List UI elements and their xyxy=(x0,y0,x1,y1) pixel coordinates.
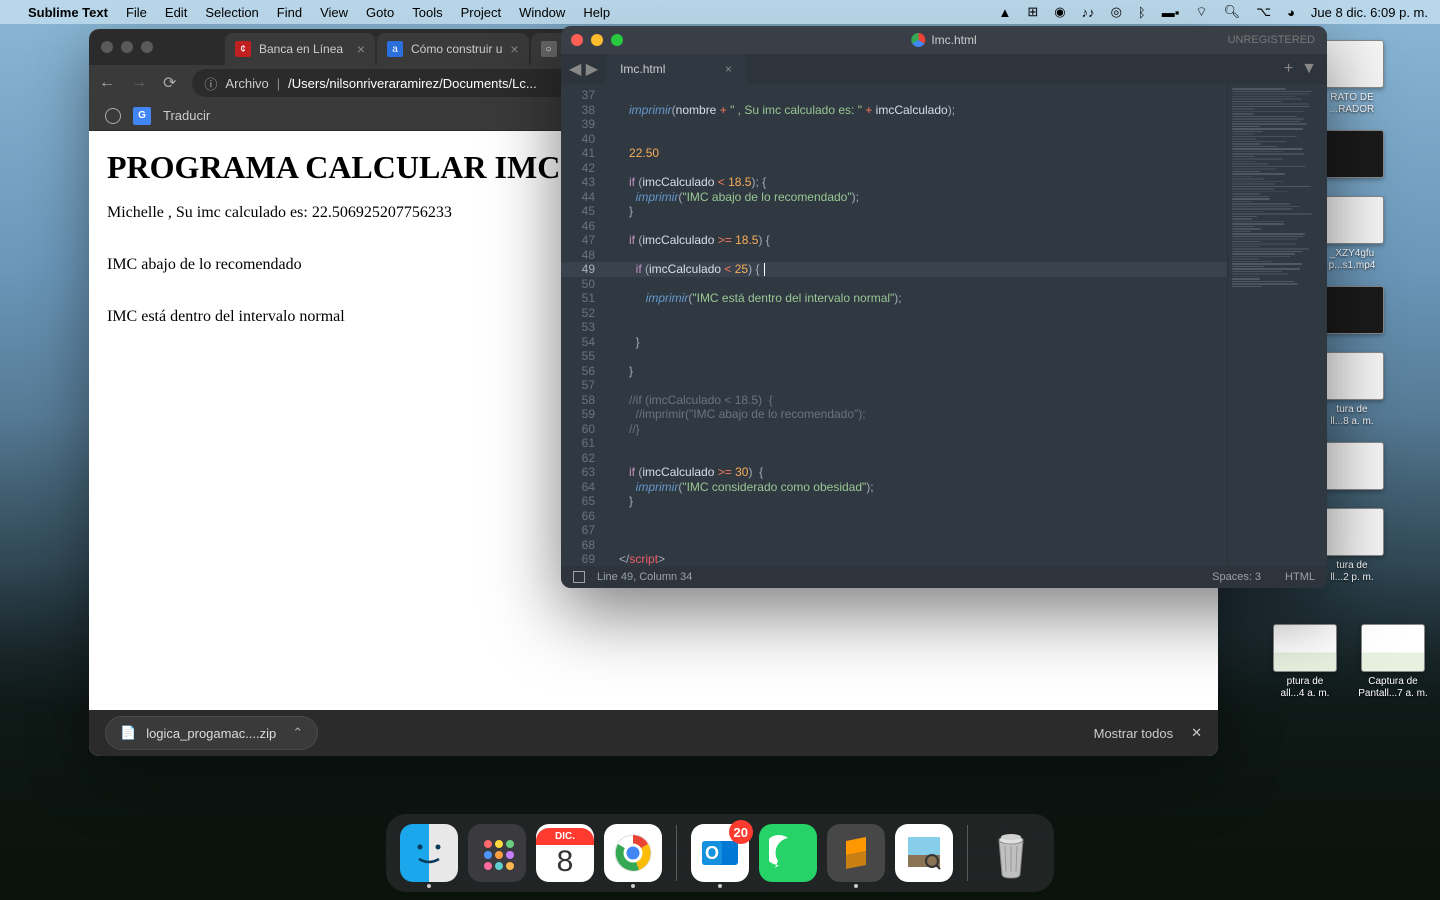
favicon-icon: ¢ xyxy=(235,41,251,57)
calendar-app[interactable]: DIC. 8 xyxy=(536,824,594,882)
siri-icon[interactable]: ◕ xyxy=(1287,5,1295,20)
file-tabs: ◀ ▶ Imc.html × + ▼ xyxy=(561,54,1327,84)
tab-menu-icon[interactable]: ▼ xyxy=(1301,60,1317,78)
tab-title: Banca en Línea xyxy=(259,42,343,56)
translate-label[interactable]: Traducir xyxy=(163,108,210,123)
traffic-lights[interactable] xyxy=(101,41,153,53)
chrome-app[interactable] xyxy=(604,824,662,882)
new-tab-icon[interactable]: + xyxy=(1284,60,1293,78)
download-item[interactable]: 📄 logica_progamac....zip ⌃ xyxy=(105,716,318,750)
back-button[interactable]: ← xyxy=(99,74,115,92)
menu-file[interactable]: File xyxy=(126,5,147,20)
file-type-icon xyxy=(911,33,925,47)
desktop-file[interactable]: ptura deall...4 a. m. xyxy=(1266,624,1344,700)
clock[interactable]: Jue 8 dic. 6:09 p. m. xyxy=(1311,5,1428,20)
airdrop-icon[interactable]: ◎ xyxy=(1111,4,1122,20)
cal-day: 8 xyxy=(557,845,574,879)
window-title: Imc.html xyxy=(911,33,976,47)
bluetooth-icon[interactable]: ᛒ xyxy=(1138,5,1146,20)
sublime-app[interactable] xyxy=(827,824,885,882)
close-tab-icon[interactable]: × xyxy=(725,62,732,76)
line-gutter[interactable]: 3738394041424344454647484950515253545556… xyxy=(561,84,603,566)
url-path: /Users/nilsonriveraramirez/Documents/Lc.… xyxy=(288,76,537,91)
code-editor[interactable]: imprimir(nombre + " , Su imc calculado e… xyxy=(603,84,1227,566)
reload-button[interactable]: ⟳ xyxy=(163,73,176,93)
status-bar: Line 49, Column 34 Spaces: 3 HTML xyxy=(561,566,1327,588)
cursor-position: Line 49, Column 34 xyxy=(597,571,692,583)
wifi-icon[interactable]: ⌔ xyxy=(1195,4,1207,20)
menu-project[interactable]: Project xyxy=(461,5,501,20)
menu-selection[interactable]: Selection xyxy=(205,5,258,20)
unregistered-label: UNREGISTERED xyxy=(1228,34,1315,46)
tuning-icon[interactable]: ♪♪ xyxy=(1082,5,1095,20)
chevron-up-icon[interactable]: ⌃ xyxy=(292,725,303,741)
menu-view[interactable]: View xyxy=(320,5,348,20)
panel-toggle-icon[interactable] xyxy=(573,571,585,583)
menu-tools[interactable]: Tools xyxy=(412,5,442,20)
downloads-bar: 📄 logica_progamac....zip ⌃ Mostrar todos… xyxy=(89,710,1218,756)
favicon-icon: ○ xyxy=(541,41,557,57)
control-center-icon[interactable]: ⌥ xyxy=(1256,4,1271,20)
desktop-file[interactable]: Captura dePantall...7 a. m. xyxy=(1354,624,1432,700)
globe-icon[interactable] xyxy=(105,108,121,124)
sublime-window: Imc.html UNREGISTERED ◀ ▶ Imc.html × + ▼… xyxy=(561,26,1327,588)
cal-month: DIC. xyxy=(536,828,594,845)
syntax-status[interactable]: HTML xyxy=(1285,571,1315,583)
spotlight-icon[interactable]: 🔍︎ xyxy=(1224,4,1241,20)
notch-icon[interactable]: ▲ xyxy=(998,5,1011,20)
menu-edit[interactable]: Edit xyxy=(165,5,187,20)
show-all-downloads[interactable]: Mostrar todos xyxy=(1094,726,1173,741)
close-tab-icon[interactable]: × xyxy=(502,41,518,57)
indentation-status[interactable]: Spaces: 3 xyxy=(1212,571,1261,583)
translate-icon[interactable]: G xyxy=(133,107,151,125)
desktop-icons-row: ptura deall...4 a. m.Captura dePantall..… xyxy=(1266,624,1432,700)
dock: DIC. 8 O 20 xyxy=(386,814,1054,892)
file-tab[interactable]: Imc.html × xyxy=(606,54,746,84)
app-menu[interactable]: Sublime Text xyxy=(28,5,108,20)
menu-goto[interactable]: Goto xyxy=(366,5,394,20)
browser-tab[interactable]: a Cómo construir u × xyxy=(377,33,529,65)
menubar: Sublime Text File Edit Selection Find Vi… xyxy=(0,0,1440,24)
url-scheme: Archivo xyxy=(225,76,268,91)
download-filename: logica_progamac....zip xyxy=(146,726,276,741)
preview-app[interactable] xyxy=(895,824,953,882)
finder-app[interactable] xyxy=(400,824,458,882)
file-icon: 📄 xyxy=(120,725,136,741)
site-info-icon[interactable]: ⓘ xyxy=(204,74,217,93)
whatsapp-app[interactable] xyxy=(759,824,817,882)
launchpad-app[interactable] xyxy=(468,824,526,882)
tab-history-nav[interactable]: ◀ ▶ xyxy=(561,54,606,84)
tab-title: Cómo construir u xyxy=(411,42,502,56)
menu-help[interactable]: Help xyxy=(583,5,610,20)
forward-button: → xyxy=(131,74,147,92)
battery-icon[interactable]: ▬▪ xyxy=(1162,5,1180,20)
menu-find[interactable]: Find xyxy=(277,5,302,20)
browser-tab[interactable]: ¢ Banca en Línea × xyxy=(225,33,375,65)
trash[interactable] xyxy=(982,824,1040,882)
close-tab-icon[interactable]: × xyxy=(349,41,365,57)
titlebar: Imc.html UNREGISTERED xyxy=(561,26,1327,54)
display-icon[interactable]: ⊞ xyxy=(1027,4,1038,20)
record-icon[interactable]: ◉ xyxy=(1054,4,1065,20)
traffic-lights[interactable] xyxy=(571,34,623,46)
favicon-icon: a xyxy=(387,41,403,57)
notification-badge: 20 xyxy=(729,820,753,844)
file-tab-name: Imc.html xyxy=(620,62,665,76)
minimap[interactable] xyxy=(1227,84,1327,566)
close-bar-icon[interactable]: ✕ xyxy=(1191,725,1202,741)
menu-window[interactable]: Window xyxy=(519,5,565,20)
outlook-app[interactable]: O 20 xyxy=(691,824,749,882)
svg-text:O: O xyxy=(705,843,719,863)
